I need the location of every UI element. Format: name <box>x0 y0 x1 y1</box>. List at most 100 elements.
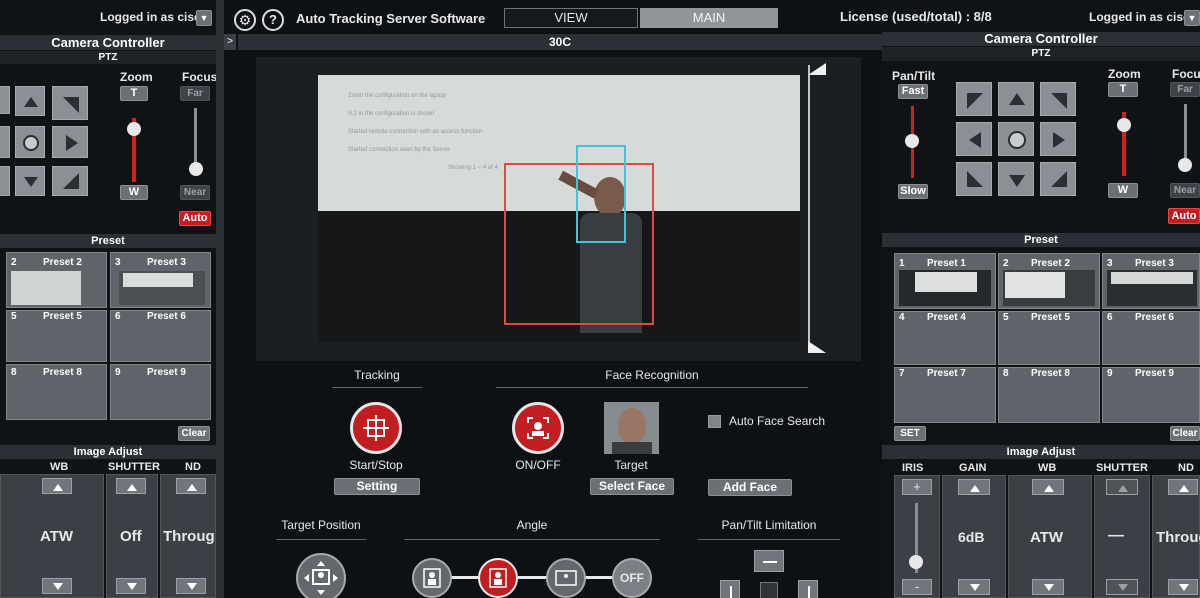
tab-main[interactable]: MAIN <box>640 8 778 28</box>
iris-slider-handle[interactable] <box>909 555 923 569</box>
preset-tile-8[interactable]: 8 Preset 8 <box>998 367 1100 423</box>
right-shutter-down-button[interactable] <box>1106 579 1138 595</box>
settings-gear-icon[interactable]: ⚙ <box>234 9 256 31</box>
right-preset-set-button[interactable]: SET <box>894 426 926 441</box>
zoom-top-marker-icon[interactable] <box>808 63 826 77</box>
gain-up-button[interactable] <box>958 479 990 495</box>
preset-tile-6[interactable]: 6 Preset 6 <box>110 310 211 362</box>
target-position-button[interactable] <box>296 553 346 598</box>
right-login-dropdown[interactable]: ▼ <box>1184 10 1200 26</box>
limit-right-button[interactable] <box>798 580 818 598</box>
preset-tile-2[interactable]: 2 Preset 2 <box>998 253 1100 309</box>
collapse-left-icon[interactable]: > <box>224 34 236 50</box>
face-recognition-on-off-button[interactable] <box>512 402 564 454</box>
right-focus-slider-track[interactable] <box>1184 104 1187 164</box>
left-focus-auto-button[interactable]: Auto <box>179 211 211 226</box>
left-focus-near-button[interactable]: Near <box>180 185 210 200</box>
right-shutter-up-button[interactable] <box>1106 479 1138 495</box>
right-wb-up-button[interactable] <box>1032 479 1064 495</box>
right-preset-clear-button[interactable]: Clear <box>1170 426 1200 441</box>
left-image-adjust-title: Image Adjust <box>0 445 216 459</box>
right-button[interactable] <box>52 126 88 158</box>
down-left-button[interactable] <box>956 162 992 196</box>
pan-tilt-speed-handle[interactable] <box>905 134 919 148</box>
tab-view[interactable]: VIEW <box>504 8 638 28</box>
left-zoom-slider-handle[interactable] <box>127 122 141 136</box>
preset-tile-2[interactable]: 2 Preset 2 <box>6 252 107 308</box>
home-button[interactable] <box>998 122 1034 156</box>
left-wb-down-button[interactable] <box>42 578 72 594</box>
up-right-button[interactable] <box>1040 82 1076 116</box>
pan-tilt-slow-button[interactable]: Slow <box>898 184 928 199</box>
down-button[interactable] <box>998 162 1034 196</box>
right-zoom-slider-handle[interactable] <box>1117 118 1131 132</box>
zoom-bar[interactable] <box>808 65 826 353</box>
angle-full-body-button[interactable] <box>412 558 452 598</box>
right-focus-near-button[interactable]: Near <box>1170 183 1200 198</box>
down-right-button[interactable] <box>52 166 88 196</box>
left-preset-clear-button[interactable]: Clear <box>178 426 210 441</box>
iris-plus-button[interactable]: + <box>902 479 932 495</box>
right-nd-down-button[interactable] <box>1168 579 1198 595</box>
up-button[interactable] <box>15 86 45 116</box>
right-nd-up-button[interactable] <box>1168 479 1198 495</box>
preset-tile-3[interactable]: 3 Preset 3 <box>1102 253 1200 309</box>
left-focus-slider-track[interactable] <box>194 108 197 168</box>
target-face-thumbnail[interactable] <box>604 402 659 454</box>
angle-off-button[interactable]: OFF <box>612 558 652 598</box>
down-right-button[interactable] <box>1040 162 1076 196</box>
help-icon[interactable]: ? <box>262 9 284 31</box>
left-shutter-up-button[interactable] <box>116 478 146 494</box>
up-right-button[interactable] <box>52 86 88 120</box>
right-wb-down-button[interactable] <box>1032 579 1064 595</box>
left-login-dropdown[interactable]: ▼ <box>196 10 212 26</box>
preset-tile-9[interactable]: 9 Preset 9 <box>110 364 211 420</box>
zoom-bottom-marker-icon[interactable] <box>808 341 826 355</box>
tracking-setting-button[interactable]: Setting <box>334 478 420 495</box>
gain-down-button[interactable] <box>958 579 990 595</box>
preset-tile-8[interactable]: 8 Preset 8 <box>6 364 107 420</box>
preset-tile-7[interactable]: 7 Preset 7 <box>894 367 996 423</box>
iris-minus-button[interactable]: - <box>902 579 932 595</box>
preset-tile-1[interactable]: 1 Preset 1 <box>894 253 996 309</box>
pan-tilt-fast-button[interactable]: Fast <box>898 84 928 99</box>
home-button[interactable] <box>15 126 45 158</box>
right-zoom-t-button[interactable]: T <box>1108 82 1138 97</box>
preset-tile-6[interactable]: 6 Preset 6 <box>1102 311 1200 365</box>
left-focus-far-button[interactable]: Far <box>180 86 210 101</box>
right-focus-far-button[interactable]: Far <box>1170 82 1200 97</box>
preset-tile-5[interactable]: 5 Preset 5 <box>6 310 107 362</box>
right-focus-slider-handle[interactable] <box>1178 158 1192 172</box>
left-nd-up-button[interactable] <box>176 478 206 494</box>
right-focus-auto-button[interactable]: Auto <box>1168 208 1200 224</box>
preset-tile-9[interactable]: 9 Preset 9 <box>1102 367 1200 423</box>
angle-wide-button[interactable] <box>546 558 586 598</box>
down-button[interactable] <box>15 166 45 196</box>
limit-left-button[interactable] <box>720 580 740 598</box>
left-zoom-w-button[interactable]: W <box>120 185 148 200</box>
select-face-button[interactable]: Select Face <box>590 478 674 495</box>
up-left-button[interactable] <box>0 86 10 114</box>
left-preset-title: Preset <box>0 234 216 248</box>
down-left-button[interactable] <box>0 166 10 196</box>
left-button[interactable] <box>956 122 992 156</box>
auto-face-search-checkbox[interactable] <box>708 415 721 428</box>
left-button[interactable] <box>0 126 10 158</box>
add-face-button[interactable]: Add Face <box>708 479 792 496</box>
angle-upper-body-button[interactable] <box>478 558 518 598</box>
up-button[interactable] <box>998 82 1034 116</box>
preset-tile-5[interactable]: 5 Preset 5 <box>998 311 1100 365</box>
preset-tile-3[interactable]: 3 Preset 3 <box>110 252 211 308</box>
left-nd-down-button[interactable] <box>176 578 206 594</box>
preset-tile-4[interactable]: 4 Preset 4 <box>894 311 996 365</box>
tracking-start-stop-button[interactable] <box>350 402 402 454</box>
limit-top-button[interactable] <box>754 550 784 572</box>
left-shutter-down-button[interactable] <box>116 578 146 594</box>
left-wb-up-button[interactable] <box>42 478 72 494</box>
right-zoom-w-button[interactable]: W <box>1108 183 1138 198</box>
right-button[interactable] <box>1040 122 1076 156</box>
up-left-button[interactable] <box>956 82 992 116</box>
left-focus-slider-handle[interactable] <box>189 162 203 176</box>
camera-video[interactable]: Zoom the configuration on the laptop S.2… <box>256 57 861 361</box>
left-zoom-t-button[interactable]: T <box>120 86 148 101</box>
